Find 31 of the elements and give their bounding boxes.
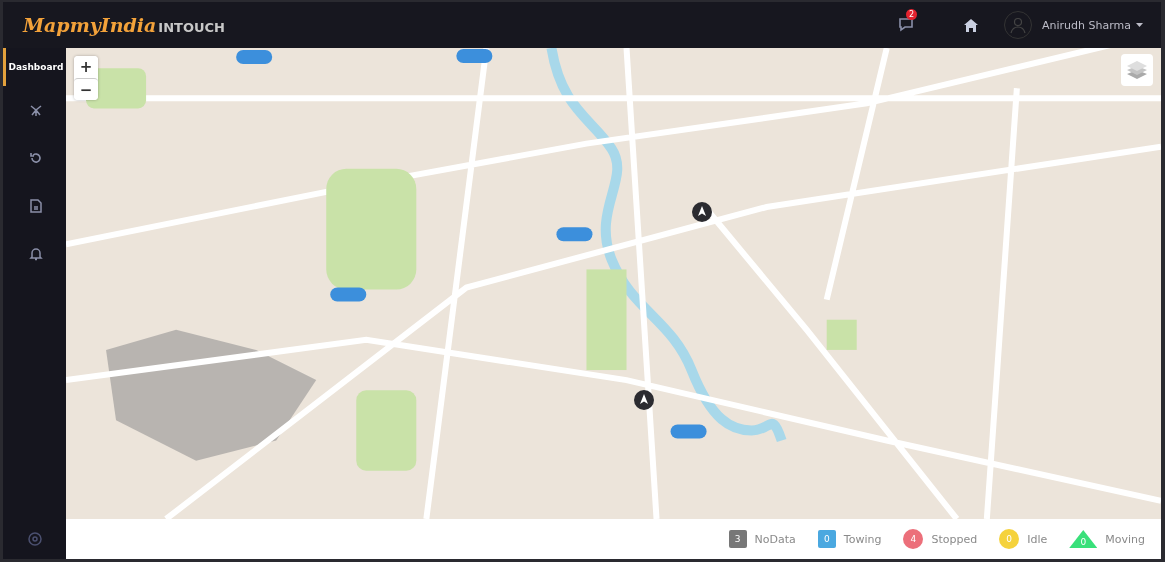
status-count: 4 bbox=[903, 529, 924, 549]
status-label: Idle bbox=[1027, 532, 1048, 546]
zoom-out-button[interactable]: − bbox=[74, 78, 98, 100]
layers-button[interactable] bbox=[1121, 54, 1153, 86]
history-icon bbox=[29, 151, 43, 165]
status-label: Towing bbox=[843, 532, 882, 546]
status-label: NoData bbox=[754, 532, 796, 546]
status-count: 0 bbox=[1069, 530, 1098, 548]
vehicle-marker-icon[interactable] bbox=[692, 202, 712, 222]
home-icon[interactable] bbox=[964, 18, 978, 32]
logo-brand: MapmyIndia bbox=[23, 14, 157, 36]
status-label: Stopped bbox=[931, 532, 978, 546]
highway-marker bbox=[556, 227, 593, 242]
user-menu[interactable]: Anirudh Sharma bbox=[1042, 18, 1143, 32]
bell-icon bbox=[29, 247, 43, 261]
settings-icon[interactable] bbox=[27, 532, 42, 546]
logo-product: INTOUCH bbox=[158, 20, 225, 35]
caret-icon bbox=[1136, 23, 1143, 27]
status-count: 0 bbox=[817, 530, 836, 548]
chat-icon[interactable] bbox=[898, 17, 916, 33]
signal-tower-icon bbox=[29, 103, 43, 117]
status-label: Moving bbox=[1105, 532, 1145, 546]
highway-marker bbox=[236, 50, 273, 65]
zoom-in-button[interactable]: + bbox=[74, 56, 98, 78]
notification-count: 2 bbox=[906, 9, 918, 20]
layers-icon bbox=[1126, 60, 1148, 80]
highway-marker bbox=[456, 49, 493, 64]
status-count: 0 bbox=[999, 529, 1020, 549]
vehicle-marker-icon[interactable] bbox=[634, 390, 654, 410]
status-count: 3 bbox=[728, 530, 747, 548]
document-icon bbox=[30, 199, 42, 213]
